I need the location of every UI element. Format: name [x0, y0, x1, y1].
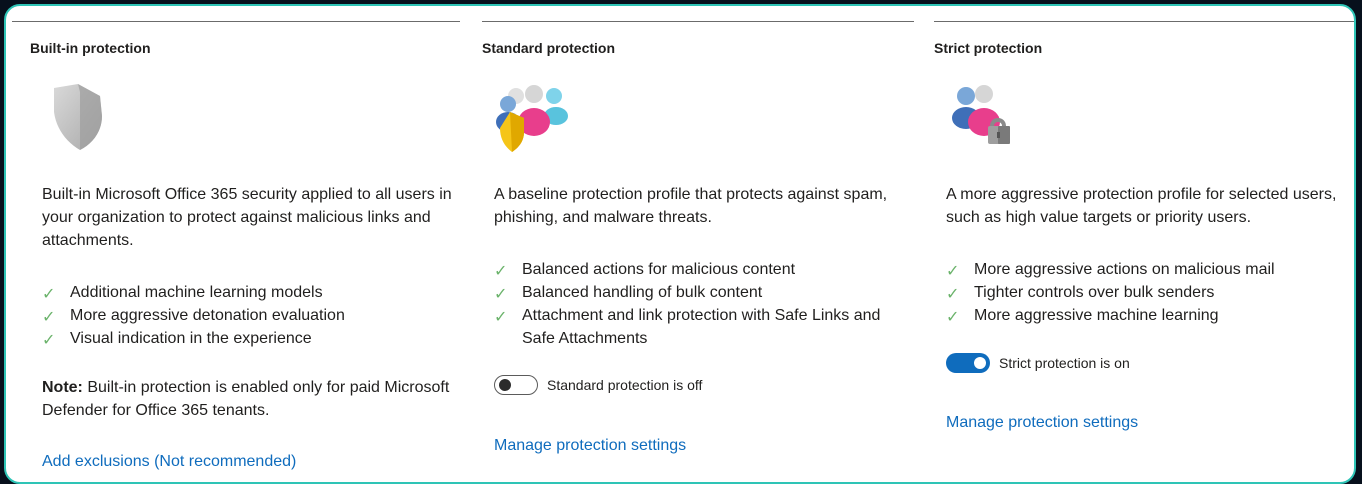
column-divider	[12, 21, 460, 22]
column-description: Built-in Microsoft Office 365 security a…	[42, 186, 452, 249]
feature-list: ✓ Additional machine learning models ✓ Mor…	[42, 281, 345, 350]
toggle-switch[interactable]	[946, 353, 990, 373]
list-item: ✓ Additional machine learning models	[42, 284, 323, 303]
checkmark-icon: ✓	[42, 307, 56, 326]
toggle-label: Standard protection is off	[547, 377, 703, 393]
note-text: Note: Built-in protection is enabled onl…	[42, 379, 450, 419]
column-divider	[482, 21, 914, 22]
list-item: ✓ More aggressive actions on malicious ma…	[946, 261, 1275, 280]
strict-protection-column: Strict protection A more aggressive prot…	[934, 6, 1354, 482]
manage-protection-settings-link[interactable]: Manage protection settings	[946, 414, 1138, 432]
checkmark-icon: ✓	[494, 261, 508, 280]
checkmark-icon: ✓	[946, 307, 960, 326]
built-in-protection-column: Built-in protection Built-in Microsoft O…	[12, 6, 460, 482]
list-item: ✓ More aggressive detonation evaluation	[42, 307, 345, 326]
column-title: Strict protection	[934, 40, 1043, 56]
users-lock-icon	[946, 82, 1022, 157]
shield-icon	[48, 82, 108, 157]
protection-panel: Built-in protection Built-in Microsoft O…	[4, 4, 1356, 484]
feature-list: ✓ Balanced actions for malicious content …	[494, 258, 904, 350]
standard-protection-toggle[interactable]: Standard protection is off	[494, 375, 702, 395]
checkmark-icon: ✓	[42, 330, 56, 349]
standard-protection-column: Standard protection A baseline protectio…	[482, 6, 914, 482]
checkmark-icon: ✓	[946, 284, 960, 303]
column-description: A baseline protection profile that prote…	[494, 186, 888, 226]
list-item: ✓ Attachment and link protection with Saf…	[494, 307, 881, 347]
column-title: Standard protection	[482, 40, 616, 56]
list-item: ✓ Tighter controls over bulk senders	[946, 284, 1215, 303]
column-description: A more aggressive protection profile for…	[946, 186, 1337, 226]
toggle-label: Strict protection is on	[999, 355, 1130, 371]
users-shield-icon	[494, 82, 570, 157]
feature-list: ✓ More aggressive actions on malicious ma…	[946, 258, 1275, 327]
add-exclusions-link[interactable]: Add exclusions (Not recommended)	[42, 453, 296, 471]
checkmark-icon: ✓	[42, 284, 56, 303]
list-item: ✓ Balanced handling of bulk content	[494, 284, 763, 303]
list-item: ✓ More aggressive machine learning	[946, 307, 1219, 326]
checkmark-icon: ✓	[494, 284, 508, 303]
list-item: ✓ Visual indication in the experience	[42, 330, 312, 349]
strict-protection-toggle[interactable]: Strict protection is on	[946, 353, 1130, 373]
toggle-switch[interactable]	[494, 375, 538, 395]
column-title: Built-in protection	[30, 40, 151, 56]
list-item: ✓ Balanced actions for malicious content	[494, 261, 796, 280]
column-divider	[934, 21, 1354, 22]
checkmark-icon: ✓	[494, 307, 508, 326]
checkmark-icon: ✓	[946, 261, 960, 280]
manage-protection-settings-link[interactable]: Manage protection settings	[494, 437, 686, 455]
